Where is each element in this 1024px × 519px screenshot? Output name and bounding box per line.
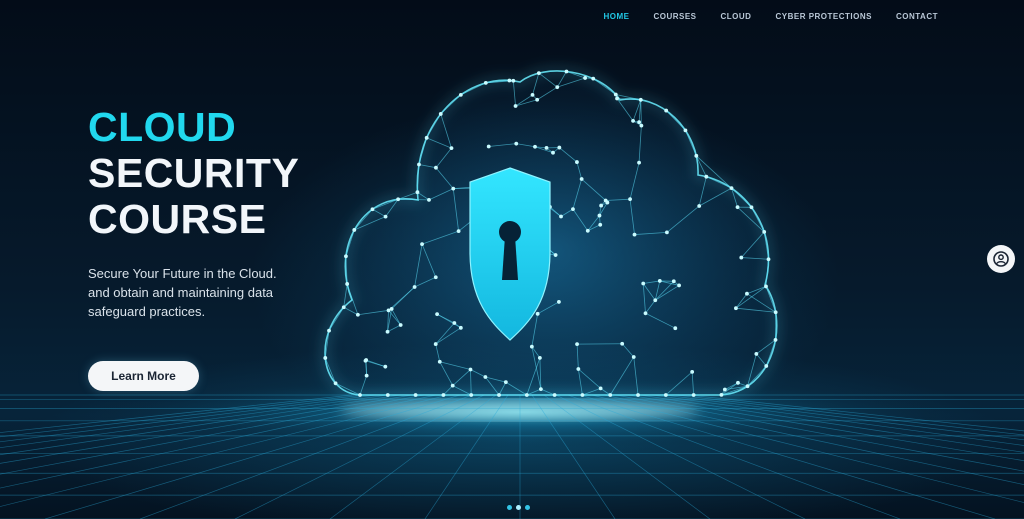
- carousel-pager: [507, 505, 530, 510]
- hero-title-line-2: SECURITY: [88, 150, 300, 196]
- learn-more-button[interactable]: Learn More: [88, 361, 199, 391]
- user-icon: [993, 251, 1009, 267]
- top-navigation: HOME COURSES CLOUD CYBER PROTECTIONS CON…: [603, 12, 938, 21]
- nav-item-cyber-protections[interactable]: CYBER PROTECTIONS: [775, 12, 872, 21]
- nav-item-courses[interactable]: COURSES: [653, 12, 696, 21]
- hero-subtitle-line: and obtain and maintaining data: [88, 285, 274, 300]
- hero-subtitle-line: safeguard practices.: [88, 304, 206, 319]
- pager-dot[interactable]: [507, 505, 512, 510]
- user-widget-button[interactable]: [987, 245, 1015, 273]
- hero-title-accent: CLOUD: [88, 104, 237, 150]
- hero-text: CLOUD SECURITY COURSE Secure Your Future…: [88, 104, 348, 321]
- nav-item-contact[interactable]: CONTACT: [896, 12, 938, 21]
- nav-item-cloud[interactable]: CLOUD: [721, 12, 752, 21]
- hero-subtitle: Secure Your Future in the Cloud. and obt…: [88, 264, 348, 321]
- nav-item-home[interactable]: HOME: [603, 12, 629, 21]
- pager-dot[interactable]: [525, 505, 530, 510]
- hero-title-line-3: COURSE: [88, 196, 267, 242]
- hero-subtitle-line: Secure Your Future in the Cloud.: [88, 266, 277, 281]
- pager-dot-active[interactable]: [516, 505, 521, 510]
- hero-banner: HOME COURSES CLOUD CYBER PROTECTIONS CON…: [0, 0, 1024, 519]
